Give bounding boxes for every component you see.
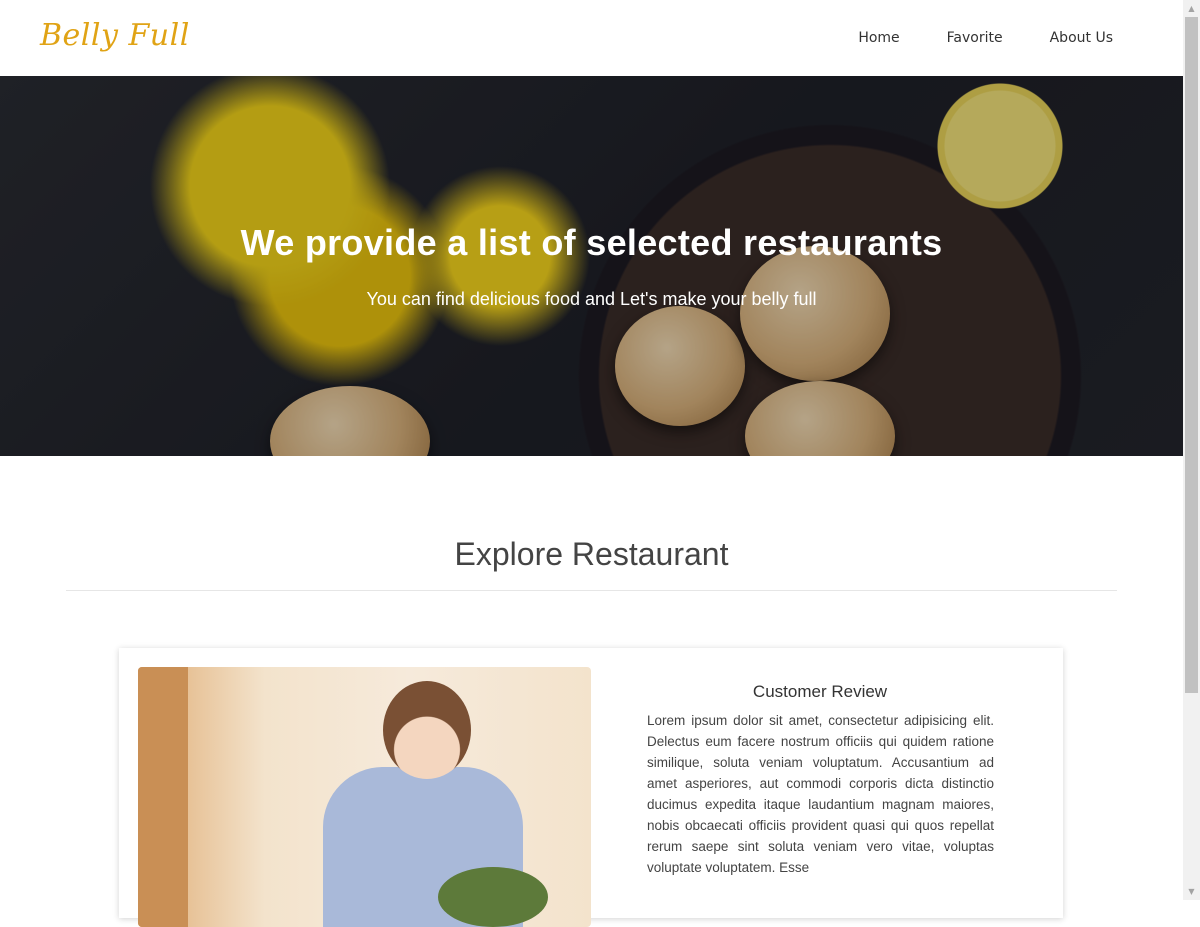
scroll-up-arrow-icon[interactable]: ▲ (1183, 0, 1200, 17)
nav-favorite-link[interactable]: Favorite (947, 30, 1003, 46)
review-text: Lorem ipsum dolor sit amet, consectetur … (647, 713, 994, 875)
photo-person-head (383, 681, 471, 779)
nav-home-link[interactable]: Home (858, 30, 899, 46)
vertical-scrollbar[interactable]: ▲ ▼ (1183, 0, 1200, 900)
hero-subtitle: You can find delicious food and Let's ma… (366, 289, 817, 309)
main-nav: Home Favorite About Us (811, 0, 1113, 76)
hero-banner: We provide a list of selected restaurant… (0, 76, 1183, 456)
section-divider (66, 590, 1117, 591)
photo-wall-panel (138, 667, 188, 927)
photo-salad-bowl (438, 867, 548, 927)
explore-title: Explore Restaurant (454, 536, 729, 572)
hero-title: We provide a list of selected restaurant… (240, 222, 943, 263)
brand-logo[interactable]: Belly Full (40, 18, 190, 53)
review-card: Customer Review Lorem ipsum dolor sit am… (119, 648, 1063, 927)
review-title: Customer Review (752, 682, 888, 701)
site-header: Belly Full Home Favorite About Us (0, 0, 1183, 76)
hero-overlay (0, 76, 1183, 456)
scroll-down-arrow-icon[interactable]: ▼ (1183, 883, 1200, 900)
review-photo (138, 667, 591, 927)
nav-about-us-link[interactable]: About Us (1050, 30, 1113, 46)
scrollbar-thumb[interactable] (1185, 17, 1198, 693)
